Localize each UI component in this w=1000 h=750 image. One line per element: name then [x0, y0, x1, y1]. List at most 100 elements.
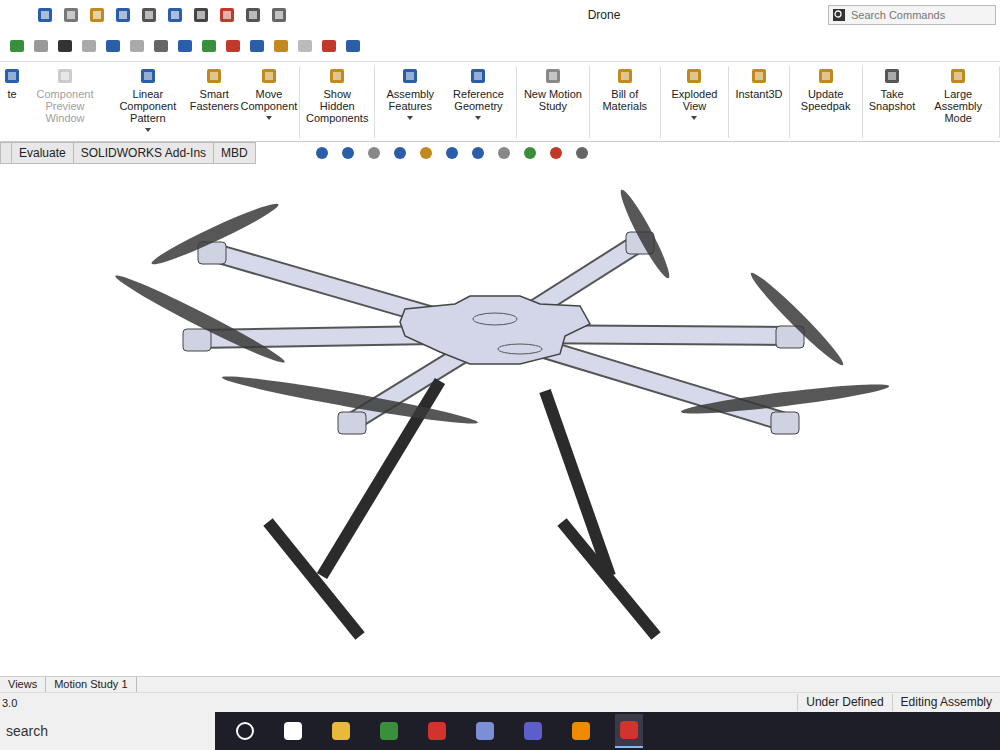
landing-skid [562, 522, 656, 636]
tool-icon[interactable] [320, 37, 338, 55]
solidworks-icon[interactable] [423, 715, 451, 747]
file-explorer-icon[interactable] [327, 715, 355, 747]
secondary-toolbar [0, 30, 1000, 62]
command-button[interactable]: Instant3D [731, 66, 786, 138]
vlc-icon[interactable] [567, 715, 595, 747]
view-icon[interactable] [418, 145, 434, 161]
view-icon[interactable] [522, 145, 538, 161]
propeller [112, 270, 288, 369]
tool-icon[interactable] [152, 37, 170, 55]
command-icon [259, 66, 279, 86]
home-icon[interactable] [36, 6, 54, 24]
tab[interactable] [0, 142, 12, 164]
view-icon[interactable] [314, 145, 330, 161]
command-group: Assembly FeaturesReference Geometry [375, 66, 516, 138]
command-button[interactable]: te [2, 66, 22, 138]
command-button[interactable]: New Motion Study [519, 66, 587, 138]
chrome-icon[interactable] [375, 715, 403, 747]
command-button[interactable]: Update Speedpak [792, 66, 860, 138]
command-group: Exploded View [661, 66, 730, 138]
quick-access-toolbar [0, 6, 380, 24]
command-icon [138, 66, 158, 86]
tool-icon[interactable] [224, 37, 242, 55]
command-button[interactable]: Large Assembly Mode [919, 66, 997, 138]
command-button[interactable]: Bill of Materials [592, 66, 658, 138]
command-button[interactable]: Exploded View [663, 66, 727, 138]
tool-icon[interactable] [32, 37, 50, 55]
save-icon[interactable] [114, 6, 132, 24]
tool-icon[interactable] [8, 37, 26, 55]
view-icon[interactable] [366, 145, 382, 161]
command-button[interactable]: Take Snapshot [865, 66, 920, 138]
undo-icon[interactable] [166, 6, 184, 24]
tool-icon[interactable] [104, 37, 122, 55]
view-icon[interactable] [496, 145, 512, 161]
bottom-tab[interactable]: Motion Study 1 [46, 677, 136, 692]
command-button[interactable]: Smart Fasteners [188, 66, 241, 138]
teams-icon[interactable] [519, 715, 547, 747]
command-label: Reference Geometry [447, 88, 510, 112]
cortana-icon[interactable] [231, 715, 259, 747]
solidworks-icon[interactable] [615, 714, 643, 748]
options-icon[interactable] [270, 6, 288, 24]
file-properties-icon[interactable] [244, 6, 262, 24]
dropdown-arrow-icon[interactable] [266, 116, 272, 120]
tool-icon[interactable] [200, 37, 218, 55]
tool-icon[interactable] [272, 37, 290, 55]
solidworks-window: DroneSearch CommandsteComponent Preview … [0, 0, 1000, 750]
search-commands-field[interactable]: Search Commands [828, 5, 996, 25]
view-icon[interactable] [340, 145, 356, 161]
tool-icon[interactable] [128, 37, 146, 55]
tool-icon[interactable] [344, 37, 362, 55]
motor [771, 412, 799, 434]
drone-hub [400, 296, 590, 364]
dropdown-arrow-icon[interactable] [691, 116, 697, 120]
tab[interactable]: Evaluate [12, 142, 74, 164]
view-icon[interactable] [392, 145, 408, 161]
dropdown-arrow-icon[interactable] [145, 128, 151, 132]
hub-slot [473, 313, 517, 325]
command-group: Instant3D [729, 66, 789, 138]
command-button[interactable]: Move Component [241, 66, 297, 138]
tab[interactable]: MBD [214, 142, 256, 164]
task-view-icon[interactable] [279, 715, 307, 747]
command-button[interactable]: Linear Component Pattern [108, 66, 188, 138]
open-icon[interactable] [88, 6, 106, 24]
view-icon[interactable] [574, 145, 590, 161]
bottom-tab[interactable]: Views [0, 677, 46, 692]
taskbar-search[interactable]: search [0, 712, 215, 750]
tool-icon[interactable] [176, 37, 194, 55]
new-icon[interactable] [62, 6, 80, 24]
command-button[interactable]: Assembly Features [377, 66, 443, 138]
command-icon [204, 66, 224, 86]
command-label: New Motion Study [523, 88, 583, 112]
tab-row: EvaluateSOLIDWORKS Add-InsMBD [0, 142, 1000, 164]
command-icon [684, 66, 704, 86]
propeller [615, 187, 674, 282]
view-icon[interactable] [470, 145, 486, 161]
app-icon[interactable] [471, 715, 499, 747]
tool-icon[interactable] [296, 37, 314, 55]
rebuild-icon[interactable] [218, 6, 236, 24]
propeller [149, 198, 282, 270]
status-bar: 3.0Under DefinedEditing Assembly [0, 692, 1000, 712]
tool-icon[interactable] [56, 37, 74, 55]
command-label: Bill of Materials [596, 88, 654, 112]
tool-icon[interactable] [248, 37, 266, 55]
view-icon[interactable] [444, 145, 460, 161]
dropdown-arrow-icon[interactable] [475, 116, 481, 120]
print-icon[interactable] [140, 6, 158, 24]
drone-model[interactable] [0, 164, 1000, 678]
command-button[interactable]: Show Hidden Components [302, 66, 372, 138]
view-icon[interactable] [548, 145, 564, 161]
graphics-area[interactable] [0, 164, 1000, 676]
propeller [221, 371, 479, 430]
command-icon [749, 66, 769, 86]
tool-icon[interactable] [80, 37, 98, 55]
dropdown-arrow-icon[interactable] [407, 116, 413, 120]
select-icon[interactable] [192, 6, 210, 24]
tab[interactable]: SOLIDWORKS Add-Ins [74, 142, 214, 164]
command-icon [948, 66, 968, 86]
command-button[interactable]: Reference Geometry [443, 66, 514, 138]
command-icon [400, 66, 420, 86]
